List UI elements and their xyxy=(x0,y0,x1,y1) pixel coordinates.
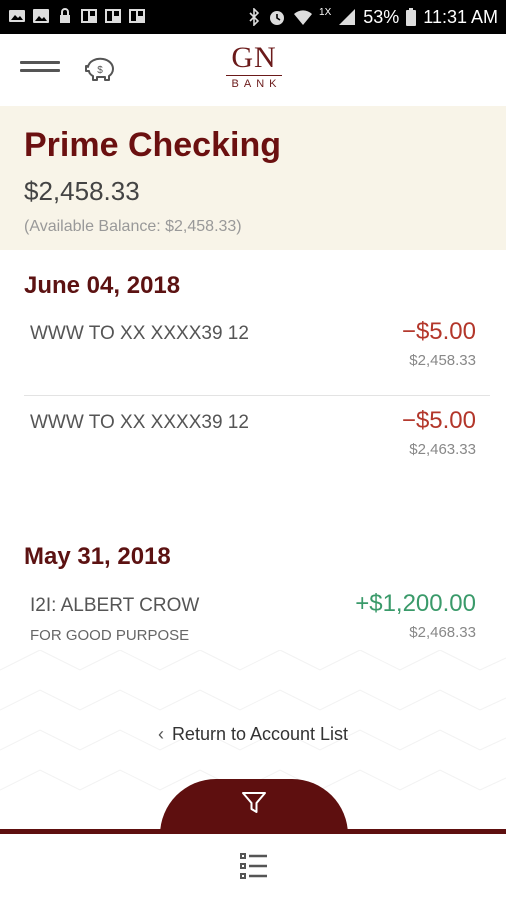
app-icon xyxy=(129,9,145,23)
transaction-row[interactable]: WWW TO XX XXXX39 12 −$5.00 $2,458.33 xyxy=(24,308,490,396)
transaction-amount: −$5.00 xyxy=(401,318,476,345)
alarm-icon xyxy=(270,11,285,25)
account-summary: Prime Checking $2,458.33 (Available Bala… xyxy=(0,106,506,250)
clock: 11:31 AM xyxy=(423,6,498,27)
running-balance: $2,458.33 xyxy=(409,352,476,369)
app-icon xyxy=(105,9,121,23)
app-header: $ GN BANK xyxy=(0,34,506,106)
transaction-amount: −$5.00 xyxy=(401,407,476,434)
transaction-amount: +$1,200.00 xyxy=(355,590,476,617)
wifi-icon xyxy=(294,10,313,25)
transaction-memo: FOR GOOD PURPOSE xyxy=(30,627,190,644)
date-header: June 04, 2018 xyxy=(24,272,181,299)
hamburger-icon[interactable] xyxy=(20,61,60,79)
list-icon[interactable] xyxy=(238,850,270,882)
date-header: May 31, 2018 xyxy=(24,543,171,570)
bluetooth-icon xyxy=(249,8,260,26)
battery-percent: 53% xyxy=(363,6,400,27)
logo-text: GN xyxy=(231,41,277,74)
running-balance: $2,463.33 xyxy=(409,441,476,458)
filter-button[interactable] xyxy=(160,779,348,835)
return-link-label: Return to Account List xyxy=(171,724,349,744)
transaction-description: I2I: ALBERT CROW xyxy=(30,595,200,616)
image-icon xyxy=(33,9,49,23)
transaction-description: WWW TO XX XXXX39 12 xyxy=(30,323,249,344)
piggy-bank-icon[interactable]: $ xyxy=(82,54,118,84)
account-balance: $2,458.33 xyxy=(24,176,140,206)
bottom-bar xyxy=(0,834,506,900)
available-balance: (Available Balance: $2,458.33) xyxy=(24,218,242,235)
bank-logo[interactable]: GN BANK xyxy=(224,42,284,98)
gallery-icon xyxy=(9,10,25,22)
logo-subtext: BANK xyxy=(231,78,282,90)
system-status: 1X 53% 11:31 AM xyxy=(247,0,498,34)
signal-icon xyxy=(339,9,356,25)
logo-divider xyxy=(226,75,282,76)
chevron-left-icon: ‹ xyxy=(157,724,164,744)
transaction-description: WWW TO XX XXXX39 12 xyxy=(30,412,249,433)
app-icon xyxy=(81,9,97,23)
svg-text:$: $ xyxy=(97,65,103,76)
battery-icon xyxy=(406,8,417,26)
lock-icon xyxy=(60,8,70,23)
return-to-account-list-link[interactable]: ‹ Return to Account List xyxy=(0,724,506,745)
status-bar: 1X 53% 11:31 AM xyxy=(0,0,506,34)
running-balance: $2,468.33 xyxy=(409,624,476,641)
network-type: 1X xyxy=(319,6,332,18)
transaction-row[interactable]: WWW TO XX XXXX39 12 −$5.00 $2,463.33 xyxy=(24,397,490,485)
account-name: Prime Checking xyxy=(24,126,281,164)
filter-icon xyxy=(242,792,266,813)
notification-icons xyxy=(8,7,146,25)
